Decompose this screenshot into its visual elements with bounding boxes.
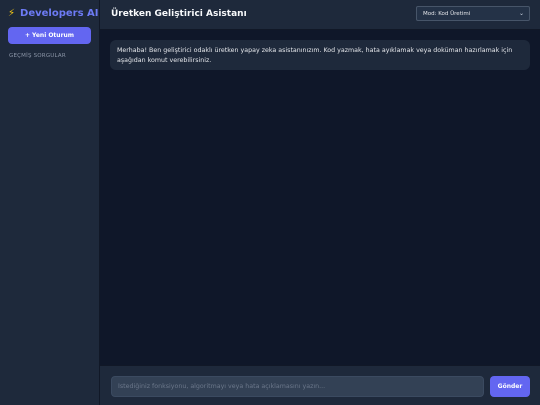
chevron-down-icon: ⌄ [518, 10, 524, 17]
mode-select-value: Mod: Kod Üretimi [423, 10, 471, 17]
brand-title: Developers AI [20, 8, 99, 19]
history-section-label: GEÇMİŞ SORGULAR [9, 53, 66, 59]
brand: ⚡ Developers AI [8, 8, 98, 20]
mode-select[interactable]: Mod: Kod Üretimi ⌄ [416, 6, 530, 21]
header: Üretken Geliştirici Asistanı Mod: Kod Ür… [100, 0, 540, 30]
chat-area: Merhaba! Ben geliştirici odaklı üretken … [100, 30, 540, 365]
sidebar: ⚡ Developers AI + Yeni Oturum GEÇMİŞ SOR… [0, 0, 100, 405]
prompt-input[interactable] [111, 376, 484, 397]
send-button[interactable]: Gönder [490, 376, 530, 397]
assistant-message: Merhaba! Ben geliştirici odaklı üretken … [110, 40, 530, 70]
lightning-icon: ⚡ [8, 8, 16, 19]
composer: Gönder [100, 365, 540, 405]
page-title: Üretken Geliştirici Asistanı [111, 9, 247, 19]
new-session-button[interactable]: + Yeni Oturum [8, 27, 91, 44]
